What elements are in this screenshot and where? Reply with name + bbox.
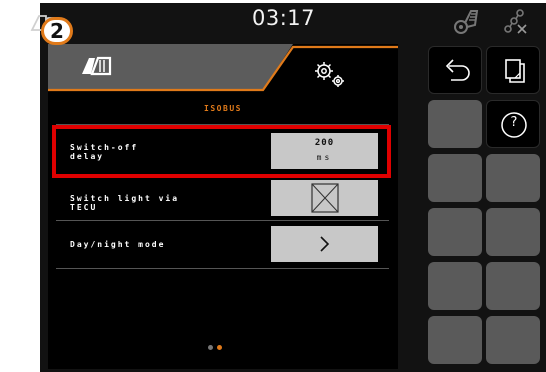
- day-night-mode-button[interactable]: [271, 226, 378, 262]
- page-switch-button[interactable]: [486, 46, 540, 94]
- highlight-box: [52, 125, 391, 178]
- help-label: ?: [510, 115, 518, 130]
- gears-icon[interactable]: [315, 62, 344, 87]
- help-button[interactable]: ?: [486, 100, 540, 148]
- back-button[interactable]: [428, 46, 482, 94]
- tab-machine[interactable]: [48, 44, 293, 90]
- page-switch-icon: [505, 59, 525, 83]
- softkey-empty[interactable]: [486, 262, 540, 310]
- row-divider: [56, 220, 389, 221]
- softkey-column: ?: [424, 44, 546, 369]
- switch-light-tecu-button[interactable]: [271, 180, 378, 216]
- row-divider: [56, 268, 389, 269]
- section-title: ISOBUS: [204, 104, 242, 113]
- step-number-badge: 2: [41, 17, 73, 45]
- implement-status-icon: [454, 10, 479, 34]
- checkbox-icon[interactable]: [311, 183, 339, 213]
- softkey-empty[interactable]: [428, 262, 482, 310]
- softkey-empty[interactable]: [428, 100, 482, 148]
- softkey-empty[interactable]: [486, 154, 540, 202]
- page-dot: [208, 345, 213, 350]
- back-arrow-icon: [445, 59, 470, 81]
- clock: 03:17: [252, 6, 316, 30]
- page-dot-active: [217, 345, 222, 350]
- softkey-empty[interactable]: [428, 316, 482, 364]
- switch-light-tecu-label: Switch light via TECU: [70, 194, 180, 212]
- connection-off-icon: [504, 9, 527, 34]
- settings-panel: ISOBUS Switch-off delay 200 ms Switch li…: [48, 44, 398, 369]
- softkey-empty[interactable]: [486, 208, 540, 256]
- softkey-empty[interactable]: [428, 208, 482, 256]
- softkey-empty[interactable]: [486, 316, 540, 364]
- chevron-right-icon: [320, 236, 330, 252]
- tab-bar: [48, 44, 398, 92]
- softkey-empty[interactable]: [428, 154, 482, 202]
- day-night-mode-label: Day/night mode: [70, 240, 166, 249]
